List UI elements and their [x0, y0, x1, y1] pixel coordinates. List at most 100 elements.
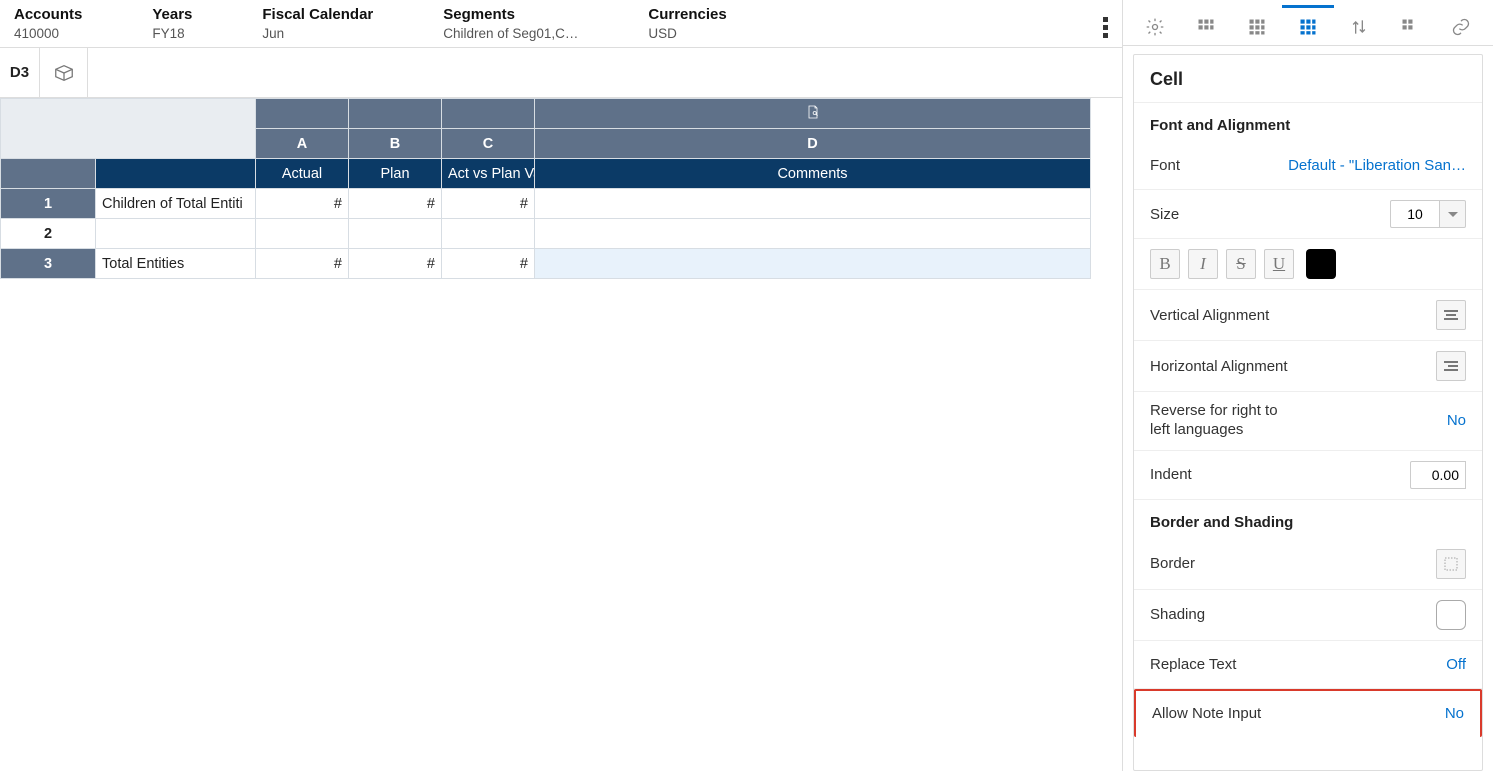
valign-label: Vertical Alignment: [1150, 307, 1269, 324]
font-value[interactable]: Default - "Liberation San…: [1288, 157, 1466, 174]
cell-reference[interactable]: D3: [0, 48, 40, 97]
rtl-label: Reverse for right to left languages: [1150, 402, 1278, 440]
cell-a2[interactable]: [256, 219, 349, 249]
grid-header-top: [1, 99, 1091, 129]
col-top-b: [349, 99, 442, 129]
pov-accounts-value: 410000: [14, 26, 82, 41]
col-letter-d[interactable]: D: [535, 129, 1091, 159]
prop-border: Border: [1134, 539, 1482, 590]
pov-currencies-label: Currencies: [648, 6, 726, 23]
row-number[interactable]: 2: [1, 219, 96, 249]
prop-indent: Indent: [1134, 451, 1482, 500]
size-label: Size: [1150, 206, 1179, 223]
field-variance[interactable]: Act vs Plan Va: [442, 159, 535, 189]
pov-menu-icon[interactable]: [1103, 14, 1108, 41]
row-label[interactable]: [96, 219, 256, 249]
allow-note-label: Allow Note Input: [1152, 705, 1261, 722]
tab-settings[interactable]: [1129, 5, 1180, 45]
font-label: Font: [1150, 157, 1180, 174]
panel-title: Cell: [1134, 55, 1482, 103]
color-swatch[interactable]: [1306, 249, 1336, 279]
grid-field-headers: Actual Plan Act vs Plan Va Comments: [1, 159, 1091, 189]
cube-icon[interactable]: [40, 48, 88, 97]
cell-c3[interactable]: #: [442, 249, 535, 279]
row-number[interactable]: 3: [1, 249, 96, 279]
pov-years-label: Years: [152, 6, 192, 23]
col-top-c: [442, 99, 535, 129]
pov-years-value: FY18: [152, 26, 192, 41]
sort-icon: [1349, 17, 1369, 37]
grid-icon: [1298, 17, 1318, 37]
link-icon: [1451, 17, 1471, 37]
section-border-shading: Border and Shading: [1134, 500, 1482, 539]
tab-grid-4[interactable]: [1385, 5, 1436, 45]
allow-note-value[interactable]: No: [1445, 705, 1464, 722]
pov-segments-label: Segments: [443, 6, 578, 23]
field-plan[interactable]: Plan: [349, 159, 442, 189]
col-letter-a[interactable]: A: [256, 129, 349, 159]
replace-label: Replace Text: [1150, 656, 1236, 673]
size-dropdown[interactable]: [1440, 200, 1466, 228]
prop-valign: Vertical Alignment: [1134, 290, 1482, 341]
cell-a3[interactable]: #: [256, 249, 349, 279]
sidebar-tabs: [1123, 2, 1493, 46]
pov-accounts[interactable]: Accounts 410000: [14, 6, 82, 41]
prop-shading: Shading: [1134, 590, 1482, 641]
cell-c2[interactable]: [442, 219, 535, 249]
indent-input[interactable]: [1410, 461, 1466, 489]
tab-grid-1[interactable]: [1180, 5, 1231, 45]
italic-button[interactable]: I: [1188, 249, 1218, 279]
cell-b3[interactable]: #: [349, 249, 442, 279]
cell-d2[interactable]: [535, 219, 1091, 249]
tab-sort[interactable]: [1334, 5, 1385, 45]
halign-button[interactable]: [1436, 351, 1466, 381]
col-top-a: [256, 99, 349, 129]
underline-button[interactable]: U: [1264, 249, 1294, 279]
border-label: Border: [1150, 555, 1195, 572]
size-input[interactable]: [1390, 200, 1440, 228]
gear-icon: [1145, 17, 1165, 37]
pov-bar: Accounts 410000 Years FY18 Fiscal Calend…: [0, 0, 1122, 48]
row-number[interactable]: 1: [1, 189, 96, 219]
replace-value[interactable]: Off: [1446, 656, 1466, 673]
shading-swatch[interactable]: [1436, 600, 1466, 630]
pov-fiscal[interactable]: Fiscal Calendar Jun: [262, 6, 373, 41]
grid-icon: [1400, 17, 1420, 37]
cell-d1[interactable]: [535, 189, 1091, 219]
main-pane: Accounts 410000 Years FY18 Fiscal Calend…: [0, 0, 1123, 771]
cell-d3-selected[interactable]: [535, 249, 1091, 279]
valign-button[interactable]: [1436, 300, 1466, 330]
field-comments[interactable]: Comments: [535, 159, 1091, 189]
grid-icon: [1247, 17, 1267, 37]
strike-button[interactable]: S: [1226, 249, 1256, 279]
tab-cell[interactable]: [1282, 5, 1333, 45]
shading-label: Shading: [1150, 606, 1205, 623]
pov-years[interactable]: Years FY18: [152, 6, 192, 41]
rtl-value[interactable]: No: [1447, 412, 1466, 429]
row-label[interactable]: Total Entities: [96, 249, 256, 279]
col-letter-b[interactable]: B: [349, 129, 442, 159]
cell-b1[interactable]: #: [349, 189, 442, 219]
pov-currencies[interactable]: Currencies USD: [648, 6, 726, 41]
note-icon[interactable]: [535, 99, 1091, 129]
prop-rtl: Reverse for right to left languages No: [1134, 392, 1482, 451]
table-row: 3 Total Entities # # #: [1, 249, 1091, 279]
app-root: Accounts 410000 Years FY18 Fiscal Calend…: [0, 0, 1493, 771]
indent-label: Indent: [1150, 466, 1192, 483]
prop-font: Font Default - "Liberation San…: [1134, 142, 1482, 190]
bold-button[interactable]: B: [1150, 249, 1180, 279]
pov-segments[interactable]: Segments Children of Seg01,C…: [443, 6, 578, 41]
row-label[interactable]: Children of Total Entiti: [96, 189, 256, 219]
grid-table: A B C D Actual Plan Act vs Plan Va Comme…: [0, 98, 1091, 279]
cell-b2[interactable]: [349, 219, 442, 249]
tab-grid-2[interactable]: [1231, 5, 1282, 45]
tab-link[interactable]: [1436, 5, 1487, 45]
col-letter-c[interactable]: C: [442, 129, 535, 159]
rowhdr-blank1: [1, 159, 96, 189]
halign-label: Horizontal Alignment: [1150, 358, 1288, 375]
border-button[interactable]: [1436, 549, 1466, 579]
cell-a1[interactable]: #: [256, 189, 349, 219]
cell-c1[interactable]: #: [442, 189, 535, 219]
field-actual[interactable]: Actual: [256, 159, 349, 189]
pov-segments-value: Children of Seg01,C…: [443, 26, 578, 41]
